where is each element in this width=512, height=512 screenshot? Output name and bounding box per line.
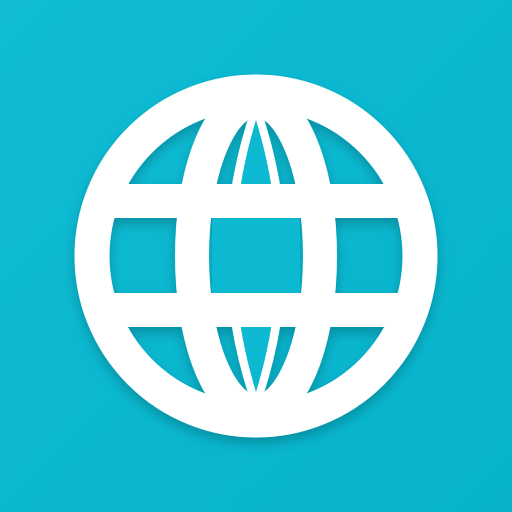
globe-center-band-upper <box>212 184 300 218</box>
globe-center-window <box>212 218 300 293</box>
globe-center-band-lower <box>212 293 300 327</box>
app-icon <box>0 0 512 512</box>
globe-icon <box>74 74 438 438</box>
